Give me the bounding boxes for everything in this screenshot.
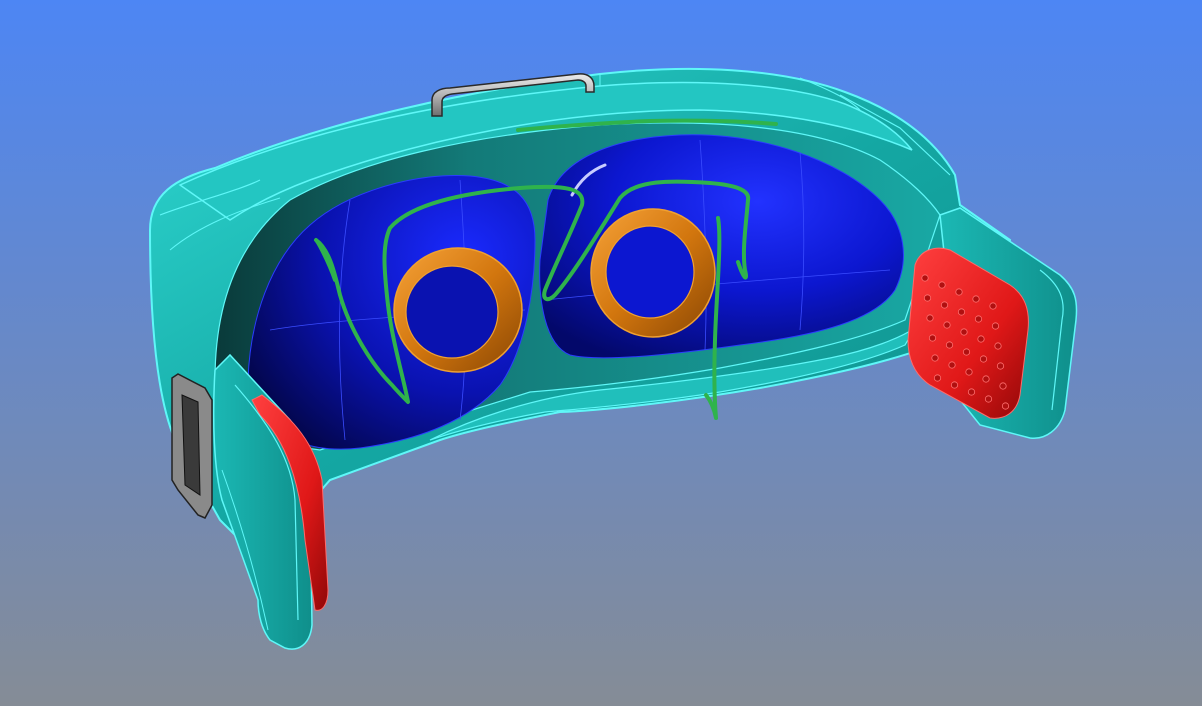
heat-pad-dot: [926, 314, 934, 322]
heat-pad-dot: [967, 388, 976, 396]
heat-pad-dot: [977, 335, 985, 343]
heat-pad-dot: [943, 321, 951, 329]
heat-pad-dot: [999, 382, 1007, 390]
heat-pad-dot: [933, 374, 942, 382]
cad-viewport[interactable]: [0, 0, 1202, 706]
heat-pad-dot: [965, 368, 973, 376]
heat-pad-dot: [940, 301, 949, 309]
heat-pad-dot: [955, 288, 963, 296]
3d-model-view[interactable]: [0, 0, 1202, 706]
heat-pad-dot: [945, 341, 954, 349]
heat-pad-dot: [950, 381, 959, 389]
heat-pad-dot: [989, 302, 997, 310]
heat-pad-dot: [960, 328, 968, 336]
heat-pad-dot: [979, 355, 988, 363]
heat-pad-dot: [974, 315, 983, 323]
heat-pad-dot: [984, 395, 993, 403]
heat-pad-dot: [938, 281, 946, 289]
heat-pad-dot: [996, 362, 1005, 370]
heat-pad-dot: [948, 361, 956, 369]
heat-pad-dot: [923, 294, 932, 302]
side-clip-slot: [181, 394, 201, 496]
heat-pad-dot: [957, 308, 966, 316]
heat-pad-dot: [994, 342, 1002, 350]
heat-pad-dot: [931, 354, 939, 362]
heat-pad-dot: [972, 295, 980, 303]
heat-pad-dot: [1001, 402, 1010, 410]
heat-pad-dot: [921, 274, 929, 282]
heat-pad-dot: [982, 375, 990, 383]
left-lens-ring[interactable]: [393, 247, 523, 373]
heat-pad-dot: [962, 348, 971, 356]
heat-pad-dot: [991, 322, 1000, 330]
left-lens-ring-hole: [405, 265, 499, 359]
heat-pad-dot: [928, 334, 937, 342]
right-lens-ring-hole: [605, 225, 695, 319]
right-lens-ring[interactable]: [590, 208, 716, 338]
